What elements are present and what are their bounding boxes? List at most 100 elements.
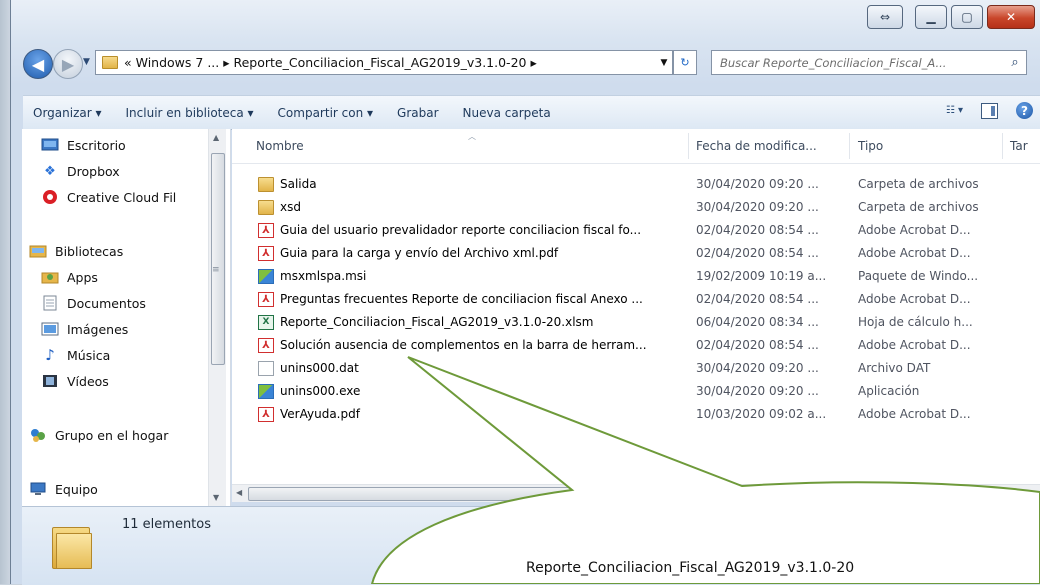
sidebar-item-videos[interactable]: Vídeos (40, 373, 109, 389)
table-row[interactable]: unins000.dat 30/04/2020 09:20 ... Archivo … (252, 358, 1040, 379)
file-name[interactable]: Guia para la carga y envío del Archivo x… (280, 246, 698, 260)
recent-pages-dropdown-icon[interactable]: ▼ (83, 57, 90, 67)
column-type[interactable]: Tipo (858, 139, 883, 153)
file-date: 06/04/2020 08:34 ... (696, 315, 819, 329)
view-options-icon[interactable]: ☷ ▾ (946, 105, 963, 116)
navigation-scrollbar[interactable]: ▲ ≡ ▼ (208, 129, 226, 506)
file-name[interactable]: unins000.dat (280, 361, 698, 375)
sidebar-item-musica[interactable]: ♪ Música (40, 346, 110, 364)
sidebar-item-equipo[interactable]: Equipo (28, 481, 98, 497)
back-arrow-icon[interactable]: ◀ (23, 49, 53, 79)
folder-icon (258, 177, 274, 192)
column-size[interactable]: Tar (1010, 139, 1028, 153)
share-with-button[interactable]: Compartir con ▾ (266, 106, 385, 120)
file-name[interactable]: Salida (280, 177, 698, 191)
breadcrumb[interactable]: « Windows 7 ... ▸ Reporte_Conciliacion_F… (124, 55, 656, 70)
file-date: 02/04/2020 08:54 ... (696, 223, 819, 237)
sidebar-item-label: Escritorio (67, 137, 126, 153)
command-bar: Organizar ▾ Incluir en biblioteca ▾ Comp… (23, 95, 1040, 130)
column-divider[interactable] (849, 133, 850, 159)
refresh-icon[interactable]: ↻ (673, 50, 697, 75)
column-divider[interactable] (1002, 133, 1003, 159)
search-box[interactable]: ⌕ (711, 50, 1027, 75)
table-row[interactable]: ⅄ Guia para la carga y envío del Archivo … (252, 243, 1040, 264)
sidebar-item-grupo-hogar[interactable]: Grupo en el hogar (28, 427, 168, 443)
column-date[interactable]: Fecha de modifica... (696, 139, 817, 153)
sidebar-item-creative-cloud[interactable]: Creative Cloud Fil (40, 189, 176, 205)
table-row[interactable]: Salida 30/04/2020 09:20 ... Carpeta de arc… (252, 174, 1040, 195)
table-row[interactable]: ⅄ Guia del usuario prevalidador reporte c… (252, 220, 1040, 241)
include-in-library-button[interactable]: Incluir en biblioteca ▾ (114, 106, 266, 120)
file-date: 19/02/2009 10:19 a... (696, 269, 827, 283)
address-bar[interactable]: « Windows 7 ... ▸ Reporte_Conciliacion_F… (95, 50, 673, 75)
scroll-down-icon[interactable]: ▼ (213, 493, 219, 502)
file-type: Hoja de cálculo h... (858, 315, 973, 329)
column-name[interactable]: Nombre (256, 139, 304, 153)
sidebar-item-imagenes[interactable]: Imágenes (40, 321, 128, 337)
table-row[interactable]: ⅄ VerAyuda.pdf 10/03/2020 09:02 a... Adobe … (252, 404, 1040, 425)
file-list-horizontal-scrollbar[interactable]: ◀ (232, 484, 1040, 502)
burn-button[interactable]: Grabar (385, 106, 451, 120)
file-date: 02/04/2020 08:54 ... (696, 292, 819, 306)
address-dropdown-icon[interactable]: ▼ (656, 58, 672, 68)
file-name[interactable]: msxmlspa.msi (280, 269, 698, 283)
minimize-icon[interactable]: ▁ (915, 5, 947, 29)
folder-icon (258, 200, 274, 215)
sidebar-item-dropbox[interactable]: ❖ Dropbox (40, 163, 120, 179)
preview-pane-icon[interactable] (981, 102, 998, 119)
file-name[interactable]: unins000.exe (280, 384, 698, 398)
table-row[interactable]: unins000.exe 30/04/2020 09:20 ... Aplicaci… (252, 381, 1040, 402)
file-name[interactable]: Reporte_Conciliacion_Fiscal_AG2019_v3.1.… (280, 315, 698, 329)
sidebar-item-label: Grupo en el hogar (55, 427, 169, 443)
file-type: Carpeta de archivos (858, 200, 979, 214)
column-divider[interactable] (688, 133, 689, 159)
file-date: 10/03/2020 09:02 a... (696, 407, 827, 421)
file-type: Paquete de Windo... (858, 269, 979, 283)
toolbar-right: ☷ ▾ ? (946, 102, 1033, 119)
pdf-icon: ⅄ (258, 292, 274, 307)
organize-button[interactable]: Organizar ▾ (23, 106, 114, 120)
sidebar-item-escritorio[interactable]: Escritorio (40, 137, 126, 153)
snap-icon[interactable]: ⇔ (867, 5, 903, 29)
file-type: Adobe Acrobat D... (858, 246, 971, 260)
scroll-left-icon[interactable]: ◀ (236, 488, 242, 497)
search-icon[interactable]: ⌕ (1004, 55, 1026, 70)
folder-icon (102, 56, 118, 69)
table-row[interactable]: msxmlspa.msi 19/02/2009 10:19 a... Paquete… (252, 266, 1040, 287)
sidebar-item-apps[interactable]: Apps (40, 269, 98, 285)
search-input[interactable] (712, 53, 1004, 72)
caption-buttons: ⇔ ▁ ▢ ✕ (867, 5, 1035, 29)
videos-icon (40, 373, 60, 389)
installer-icon (258, 384, 274, 399)
libraries-icon (28, 243, 48, 259)
file-type: Adobe Acrobat D... (858, 292, 971, 306)
file-name[interactable]: Preguntas frecuentes Reporte de concilia… (280, 292, 698, 306)
file-icon (258, 361, 274, 376)
new-folder-button[interactable]: Nueva carpeta (451, 106, 563, 120)
sidebar-item-documentos[interactable]: Documentos (40, 295, 146, 311)
table-row[interactable]: xsd 30/04/2020 09:20 ... Carpeta de archiv… (252, 197, 1040, 218)
computer-icon (28, 481, 48, 497)
sidebar-item-bibliotecas[interactable]: Bibliotecas (28, 243, 123, 259)
dropbox-icon: ❖ (44, 163, 56, 179)
file-name[interactable]: xsd (280, 200, 698, 214)
table-row[interactable]: ⅄ Solución ausencia de complementos en la… (252, 335, 1040, 356)
scrollbar-thumb[interactable] (248, 487, 610, 501)
sidebar-item-label: Apps (67, 269, 98, 285)
table-row[interactable]: X Reporte_Conciliacion_Fiscal_AG2019_v3.1… (252, 312, 1040, 333)
file-name[interactable]: VerAyuda.pdf (280, 407, 698, 421)
close-icon[interactable]: ✕ (987, 5, 1035, 29)
navigation-pane: Escritorio ❖ Dropbox Creative Cloud Fil … (22, 129, 231, 506)
file-name[interactable]: Solución ausencia de complementos en la … (280, 338, 698, 352)
scroll-up-icon[interactable]: ▲ (213, 133, 219, 142)
file-type: Adobe Acrobat D... (858, 338, 971, 352)
homegroup-icon (28, 427, 48, 443)
forward-arrow-icon[interactable]: ▶ (53, 49, 83, 79)
help-icon[interactable]: ? (1016, 102, 1033, 119)
file-name[interactable]: Guia del usuario prevalidador reporte co… (280, 223, 698, 237)
scrollbar-thumb[interactable] (211, 153, 225, 365)
desktop-icon (40, 137, 60, 153)
maximize-icon[interactable]: ▢ (951, 5, 983, 29)
file-date: 02/04/2020 08:54 ... (696, 338, 819, 352)
table-row[interactable]: ⅄ Preguntas frecuentes Reporte de concili… (252, 289, 1040, 310)
